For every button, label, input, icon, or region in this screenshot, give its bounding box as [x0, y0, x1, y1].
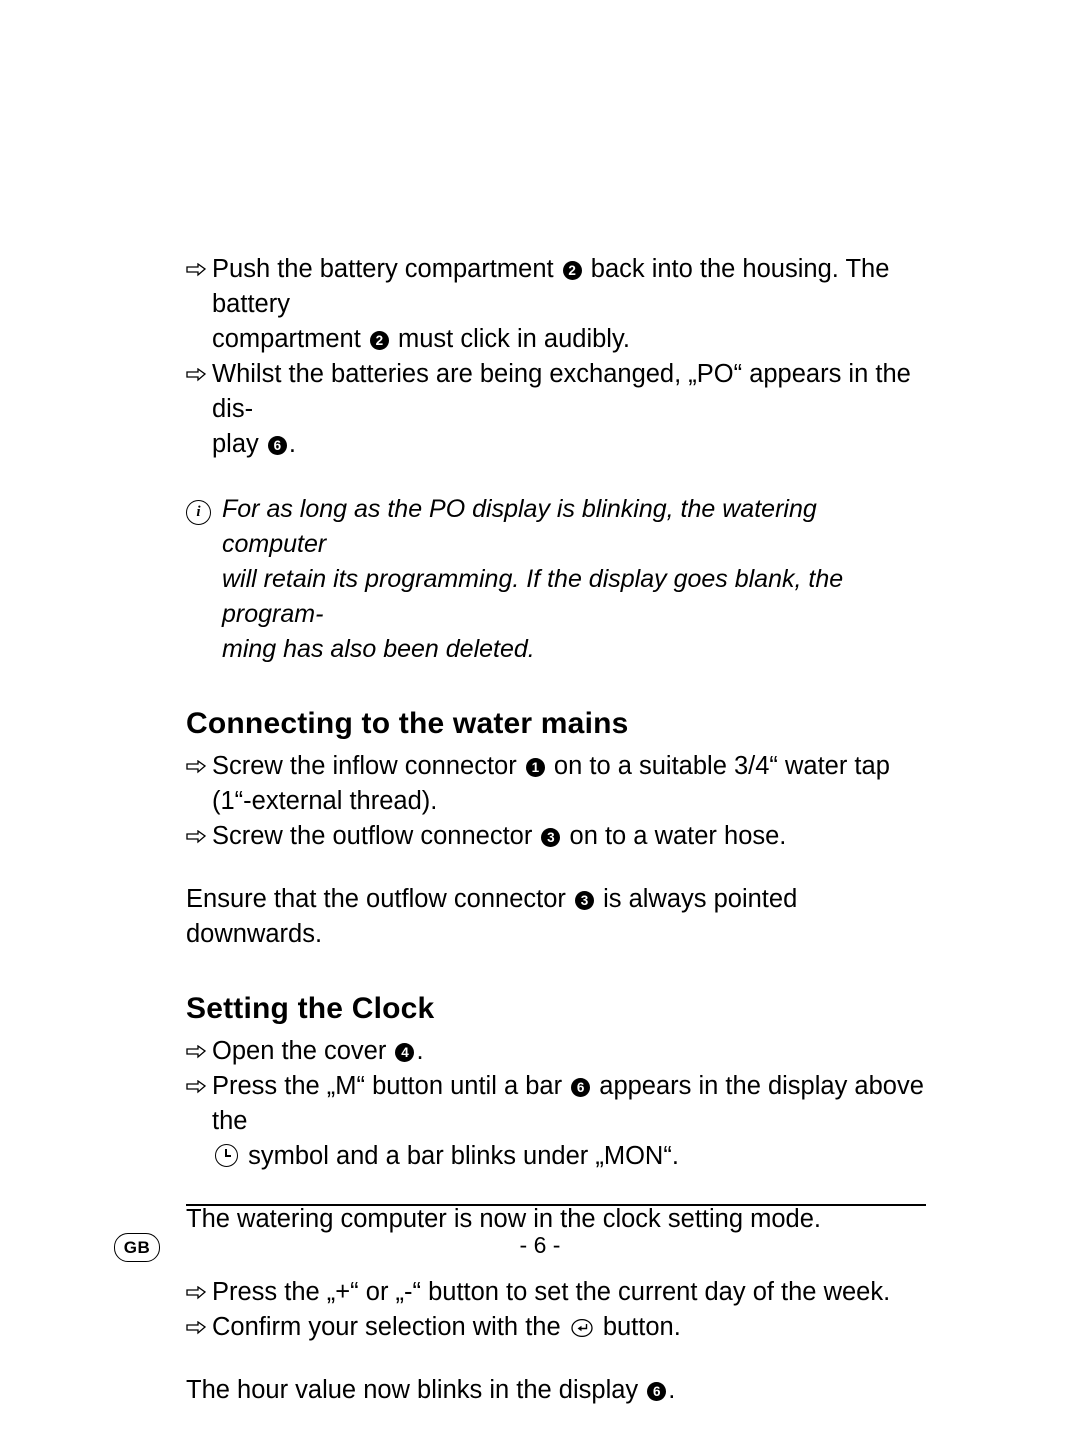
arrow-bullet-icon — [186, 1069, 212, 1094]
document-page: Push the battery compartment 2 back into… — [0, 0, 1080, 1454]
text-fragment: . — [416, 1037, 424, 1065]
text-fragment: compartment — [212, 325, 368, 353]
enter-button-icon — [571, 1313, 593, 1338]
arrow-bullet-icon — [186, 357, 212, 382]
text-fragment: Whilst the batteries are being exchanged… — [212, 360, 911, 423]
footer-divider — [186, 1204, 926, 1206]
section-heading-setting-clock: Setting the Clock — [186, 992, 435, 1025]
list-item-text: Press the „+“ or „-“ button to set the c… — [212, 1278, 891, 1306]
text-fragment: on to a water hose. — [562, 822, 787, 850]
text-fragment: on to a suitable 3/4“ water tap — [546, 752, 890, 780]
info-icon-glyph: i — [186, 500, 211, 525]
arrow-bullet-icon — [186, 819, 212, 844]
arrow-bullet-icon — [186, 749, 212, 774]
list-item: Screw the inflow connector 1 on to a sui… — [186, 749, 926, 819]
callout-marker-6: 6 — [571, 1078, 591, 1097]
text-fragment: symbol and a bar blinks under „MON“. — [241, 1142, 679, 1170]
arrow-bullet-icon — [186, 252, 212, 277]
text-fragment: Screw the outflow connector — [212, 822, 540, 850]
callout-marker-3: 3 — [574, 891, 594, 910]
section-heading-connecting: Connecting to the water mains — [186, 707, 629, 740]
list-item-text: Confirm your selection with the button. — [212, 1310, 926, 1345]
text-fragment: . — [288, 430, 296, 458]
list-item: Confirm your selection with the button. — [186, 1310, 926, 1345]
list-item-text: Open the cover 4. — [212, 1034, 926, 1069]
text-fragment: must click in audibly. — [390, 325, 630, 353]
list-item-text: Screw the outflow connector 3 on to a wa… — [212, 819, 926, 854]
list-item: Screw the outflow connector 3 on to a wa… — [186, 819, 926, 854]
list-item-text: Whilst the batteries are being exchanged… — [212, 357, 926, 462]
callout-marker-2: 2 — [562, 261, 582, 280]
arrow-bullet-icon — [186, 1275, 212, 1300]
callout-marker-2: 2 — [369, 331, 389, 350]
callout-marker-3: 3 — [541, 828, 561, 847]
text-fragment: Open the cover — [212, 1037, 394, 1065]
callout-marker-1: 1 — [525, 758, 545, 777]
list-item: Push the battery compartment 2 back into… — [186, 252, 926, 357]
list-item-text: Press the „M“ button until a bar 6 appea… — [212, 1069, 926, 1174]
arrow-bullet-icon — [186, 1034, 212, 1059]
text-fragment: The hour value now blinks in the display — [186, 1376, 646, 1404]
text-fragment: For as long as the PO display is blinkin… — [222, 495, 817, 558]
list-item: Press the „M“ button until a bar 6 appea… — [186, 1069, 926, 1174]
list-item-text: Screw the inflow connector 1 on to a sui… — [212, 749, 926, 819]
list-item: Whilst the batteries are being exchanged… — [186, 357, 926, 462]
clock-symbol-icon — [215, 1144, 238, 1167]
info-note-text: For as long as the PO display is blinkin… — [222, 492, 926, 667]
text-fragment: will retain its programming. If the disp… — [222, 565, 844, 628]
callout-marker-6: 6 — [647, 1382, 667, 1401]
text-fragment: Push the battery compartment — [212, 255, 561, 283]
info-icon: i — [186, 492, 222, 525]
info-note: i For as long as the PO display is blink… — [186, 492, 926, 667]
paragraph-outflow-note: Ensure that the outflow connector 3 is a… — [186, 882, 926, 952]
text-fragment: . — [668, 1376, 676, 1404]
callout-marker-6: 6 — [267, 436, 287, 455]
text-fragment: play — [212, 430, 266, 458]
list-item: Open the cover 4. — [186, 1034, 926, 1069]
text-fragment: Ensure that the outflow connector — [186, 885, 573, 913]
list-item: Press the „+“ or „-“ button to set the c… — [186, 1275, 926, 1310]
list-item-text: Push the battery compartment 2 back into… — [212, 252, 926, 357]
callout-marker-4: 4 — [395, 1043, 415, 1062]
text-fragment: ming has also been deleted. — [222, 635, 535, 663]
text-fragment: Press the „M“ button until a bar — [212, 1072, 570, 1100]
text-fragment: (1“-external thread). — [212, 787, 438, 815]
page-number: - 6 - — [519, 1232, 561, 1258]
paragraph-hour-blinks: The hour value now blinks in the display… — [186, 1373, 926, 1408]
text-fragment: Confirm your selection with the — [212, 1313, 568, 1341]
text-fragment: button. — [595, 1313, 681, 1341]
arrow-bullet-icon — [186, 1310, 212, 1335]
text-fragment: Screw the inflow connector — [212, 752, 524, 780]
